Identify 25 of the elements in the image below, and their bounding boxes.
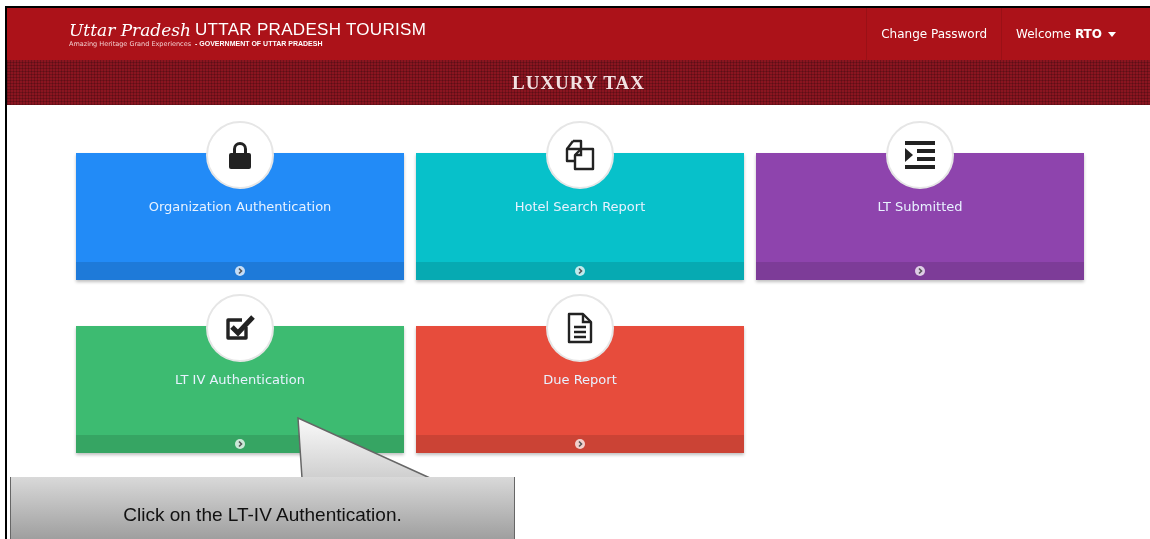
callout-text: Click on the LT-IV Authentication. xyxy=(123,503,402,526)
copy-icon xyxy=(565,139,595,171)
checkbox-icon xyxy=(224,313,256,343)
page-title: LUXURY TAX xyxy=(512,71,645,94)
tile-label: Organization Authentication xyxy=(148,199,332,214)
tile-label: Due Report xyxy=(543,372,617,387)
tile-label: LT IV Authentication xyxy=(175,372,305,387)
arrow-circle-icon xyxy=(575,439,585,449)
site-title: UTTAR PRADESH TOURISM xyxy=(195,20,427,39)
tile-label: Hotel Search Report xyxy=(514,199,646,214)
lock-icon xyxy=(228,141,252,169)
document-icon xyxy=(567,312,593,344)
arrow-circle-icon xyxy=(915,266,925,276)
arrow-circle-icon xyxy=(235,439,245,449)
dashboard-tile[interactable]: Due Report xyxy=(416,326,744,453)
caret-icon xyxy=(1108,31,1116,37)
dashboard-tile[interactable]: Hotel Search Report xyxy=(416,153,744,280)
dashboard-tile[interactable]: Organization Authentication xyxy=(76,153,404,280)
arrow-circle-icon xyxy=(575,266,585,276)
dashboard-tile[interactable]: LT IV Authentication xyxy=(76,326,404,453)
logo-script: Uttar Pradesh xyxy=(69,20,191,40)
dashboard-tile[interactable]: LT Submitted xyxy=(756,153,1084,280)
indent-icon xyxy=(905,141,935,169)
tile-label: LT Submitted xyxy=(877,199,963,214)
arrow-circle-icon xyxy=(235,266,245,276)
